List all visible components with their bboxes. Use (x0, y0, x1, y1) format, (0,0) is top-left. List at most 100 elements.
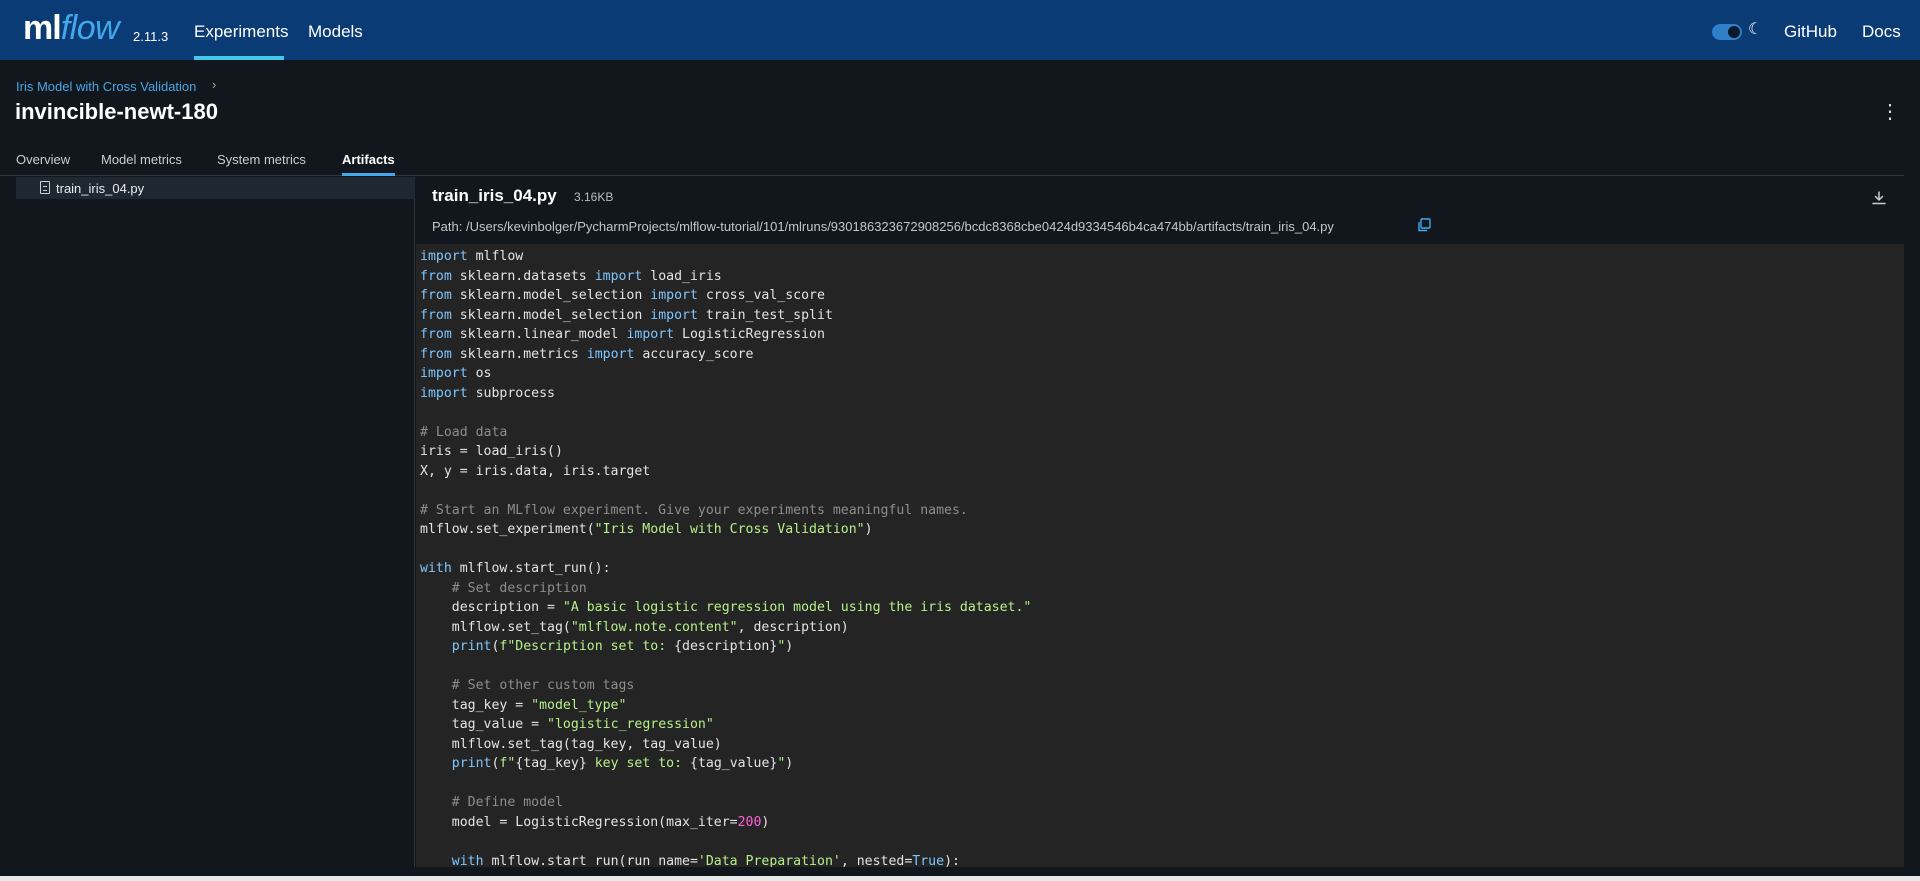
code-token: 200 (737, 814, 762, 830)
code-token: ) (864, 522, 873, 537)
code-token: ) (761, 814, 770, 830)
code-token: iris = load_iris() (420, 444, 563, 459)
code-token: LogisticRegression (674, 327, 825, 342)
artifact-file-tree: train_iris_04.py (16, 177, 415, 867)
bottom-border (0, 876, 1920, 881)
mlflow-logo[interactable]: ml flow (23, 6, 120, 50)
code-token: with (420, 561, 452, 576)
nav-github[interactable]: GitHub (1784, 0, 1837, 60)
code-token: "Iris Model with Cross Validation" (594, 522, 865, 537)
nav-docs[interactable]: Docs (1862, 0, 1901, 60)
code-token: train_test_split (697, 307, 833, 323)
code-token: import (420, 366, 468, 381)
nav-models[interactable]: Models (308, 0, 363, 60)
code-token: sklearn.linear_model (451, 327, 627, 342)
code-token: "model_type" (531, 697, 627, 713)
code-token: tag_value = (420, 717, 548, 732)
code-token: os (467, 366, 492, 381)
code-token: sklearn.metrics (451, 346, 587, 362)
code-token: X, y = iris.data, iris.target (420, 463, 651, 479)
code-token: ): (944, 853, 960, 868)
chevron-right-icon: › (212, 77, 217, 92)
code-token: "logistic_regression" (547, 717, 714, 732)
artifact-viewer: train_iris_04.py 3.16KB Path: /Users/kev… (416, 177, 1904, 867)
code-line: print(f"Description set to: {description… (420, 637, 1904, 657)
page-gutter (1904, 177, 1920, 867)
tab-model-metrics[interactable]: Model metrics (101, 152, 182, 176)
code-token: load_iris (642, 268, 722, 284)
code-token: f"Description set to: (499, 639, 675, 654)
code-token: mlflow.set_experiment( (420, 522, 595, 537)
code-line: # Set other custom tags (420, 676, 1904, 696)
moon-icon: ☾ (1748, 21, 1763, 38)
code-token: ) (785, 639, 794, 654)
code-line: from sklearn.model_selection import trai… (420, 306, 1904, 326)
artifact-path: Path: /Users/kevinbolger/PycharmProjects… (432, 219, 1334, 234)
code-token: print (451, 639, 492, 654)
code-token: from (420, 346, 452, 362)
code-line: print(f"{tag_key} key set to: {tag_value… (420, 754, 1904, 774)
tree-item-file[interactable]: train_iris_04.py (16, 177, 415, 199)
copy-icon[interactable] (1417, 218, 1431, 232)
code-line: import os (420, 364, 1904, 384)
logo-ml-text: ml (23, 9, 62, 47)
nav-experiments[interactable]: Experiments (194, 0, 288, 60)
code-line: # Load data (420, 423, 1904, 443)
breadcrumb-experiment-link[interactable]: Iris Model with Cross Validation (16, 79, 196, 94)
more-options-icon[interactable]: ⋮ (1880, 101, 1900, 125)
code-token: True (912, 853, 945, 868)
code-token: # Set description (451, 580, 587, 596)
code-token: , nested= (840, 853, 913, 868)
code-token: mlflow.start_run(run_name= (483, 853, 698, 868)
code-token: mlflow.start_run(): (451, 561, 611, 576)
code-line: description = "A basic logistic regressi… (420, 598, 1904, 618)
code-token: # Define model (451, 795, 563, 810)
code-token: "mlflow.note.content" (570, 619, 738, 635)
code-line: # Start an MLflow experiment. Give your … (420, 501, 1904, 521)
code-token: tag_key = (420, 697, 532, 713)
code-line: import mlflow (420, 247, 1904, 267)
dark-mode-toggle[interactable] (1712, 24, 1742, 40)
code-token: , description) (737, 619, 849, 635)
code-token: import (650, 307, 698, 323)
artifact-file-size: 3.16KB (574, 190, 614, 204)
logo-flow-text: flow (60, 9, 120, 47)
code-line: mlflow.set_tag("mlflow.note.content", de… (420, 618, 1904, 638)
code-line: tag_value = "logistic_regression" (420, 715, 1904, 735)
code-token: ) (785, 756, 794, 771)
code-token: accuracy_score (634, 346, 754, 362)
code-token: subprocess (467, 385, 555, 401)
code-token: mlflow.set_tag( (420, 619, 571, 635)
download-icon[interactable] (1870, 189, 1888, 207)
code-line: import subprocess (420, 384, 1904, 404)
code-line: with mlflow.start_run(run_name='Data Pre… (420, 852, 1904, 868)
code-line: from sklearn.linear_model import Logisti… (420, 325, 1904, 345)
code-token: key set to: (586, 756, 690, 771)
code-token: sklearn.model_selection (451, 288, 651, 303)
code-line: iris = load_iris() (420, 442, 1904, 462)
code-token: # Start an MLflow experiment. Give your … (420, 502, 968, 518)
code-line: from sklearn.model_selection import cros… (420, 286, 1904, 306)
code-token: cross_val_score (697, 288, 825, 303)
code-line: mlflow.set_tag(tag_key, tag_value) (420, 735, 1904, 755)
code-token: description = (420, 600, 563, 615)
code-token: 'Data Preparation' (697, 853, 841, 868)
code-line: mlflow.set_experiment("Iris Model with C… (420, 520, 1904, 540)
tab-system-metrics[interactable]: System metrics (217, 152, 306, 176)
tab-overview[interactable]: Overview (16, 152, 70, 176)
code-token: # Set other custom tags (451, 678, 635, 693)
artifact-file-name: train_iris_04.py (432, 186, 557, 205)
code-line: # Set description (420, 579, 1904, 599)
page-title: invincible-newt-180 (15, 99, 218, 124)
tab-artifacts[interactable]: Artifacts (342, 152, 395, 176)
